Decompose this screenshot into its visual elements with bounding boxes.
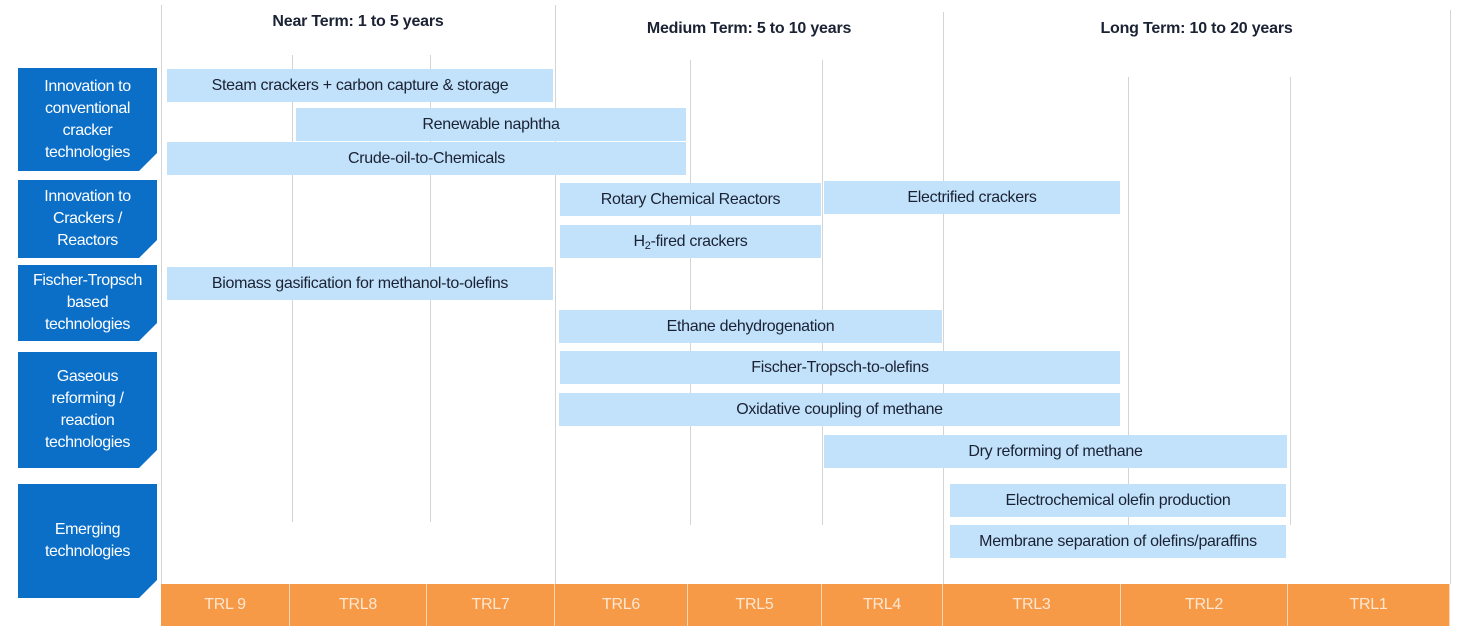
grid-line <box>822 60 823 525</box>
grid-line <box>555 5 556 584</box>
technology-label: H2-fired crackers <box>633 232 748 252</box>
technology-label: Membrane separation of olefins/paraffins <box>979 532 1257 550</box>
technology-bar: Ethane dehydrogenation <box>559 310 942 343</box>
trl-cell: TRL3 <box>943 584 1121 626</box>
category-emerging: Emerging technologies <box>18 484 157 598</box>
category-label: Emerging technologies <box>44 521 131 560</box>
technology-label: Biomass gasification for methanol-to-ole… <box>211 274 509 292</box>
grid-line <box>161 5 162 625</box>
category-gaseous-reforming: Gaseous reforming / reaction technologie… <box>18 352 157 468</box>
grid-line <box>943 12 944 584</box>
technology-label: Rotary Chemical Reactors <box>600 190 781 208</box>
technology-bar: Electrochemical olefin production <box>950 484 1286 517</box>
trl-cell: TRL 9 <box>161 584 290 626</box>
category-label: Innovation to conventional cracker techn… <box>44 77 131 161</box>
technology-bar: Oxidative coupling of methane <box>559 393 1120 426</box>
technology-label: Renewable naphtha <box>422 115 560 133</box>
grid-line <box>1290 77 1291 525</box>
technology-label: Fischer-Tropsch-to-olefins <box>751 358 929 376</box>
grid-line <box>690 60 691 525</box>
technology-label: Steam crackers + carbon capture & storag… <box>211 76 509 94</box>
grid-line <box>1450 10 1451 584</box>
technology-bar: Electrified crackers <box>824 181 1120 214</box>
trl-cell: TRL4 <box>822 584 943 626</box>
technology-label: Electrochemical olefin production <box>1005 491 1231 509</box>
term-title-medium: Medium Term: 5 to 10 years <box>646 20 852 37</box>
term-title-long: Long Term: 10 to 20 years <box>1100 20 1293 37</box>
technology-bar: Biomass gasification for methanol-to-ole… <box>167 267 553 300</box>
technology-label: Dry reforming of methane <box>968 442 1143 460</box>
trl-scale: TRL 9 TRL8 TRL7 TRL6 TRL5 TRL4 TRL3 TRL2 TRL1 <box>161 584 1450 626</box>
technology-bar: H2-fired crackers <box>560 225 821 258</box>
category-label: Innovation to Crackers / Reactors <box>44 188 131 249</box>
technology-bar: Rotary Chemical Reactors <box>560 183 821 216</box>
technology-bar: Renewable naphtha <box>296 108 686 141</box>
trl-cell: TRL7 <box>427 584 555 626</box>
trl-cell: TRL8 <box>290 584 427 626</box>
trl-cell: TRL6 <box>555 584 688 626</box>
category-crackers-reactors: Innovation to Crackers / Reactors <box>18 180 157 258</box>
category-conventional-cracker: Innovation to conventional cracker techn… <box>18 68 157 171</box>
technology-label: Crude-oil-to-Chemicals <box>347 149 505 167</box>
trl-cell: TRL2 <box>1121 584 1288 626</box>
trl-cell: TRL1 <box>1288 584 1450 626</box>
technology-label: Electrified crackers <box>907 188 1037 206</box>
category-label: Fischer-Tropsch based technologies <box>33 272 142 333</box>
category-label: Gaseous reforming / reaction technologie… <box>44 368 131 451</box>
technology-bar: Membrane separation of olefins/paraffins <box>950 525 1286 558</box>
technology-label: Oxidative coupling of methane <box>736 400 943 418</box>
technology-bar: Dry reforming of methane <box>824 435 1287 468</box>
technology-bar: Steam crackers + carbon capture & storag… <box>167 69 553 102</box>
trl-cell: TRL5 <box>688 584 822 626</box>
category-fischer-tropsch: Fischer-Tropsch based technologies <box>18 265 157 341</box>
technology-bar: Crude-oil-to-Chemicals <box>167 142 686 175</box>
technology-label: Ethane dehydrogenation <box>666 317 835 335</box>
term-title-near: Near Term: 1 to 5 years <box>272 13 444 30</box>
technology-bar: Fischer-Tropsch-to-olefins <box>560 351 1120 384</box>
